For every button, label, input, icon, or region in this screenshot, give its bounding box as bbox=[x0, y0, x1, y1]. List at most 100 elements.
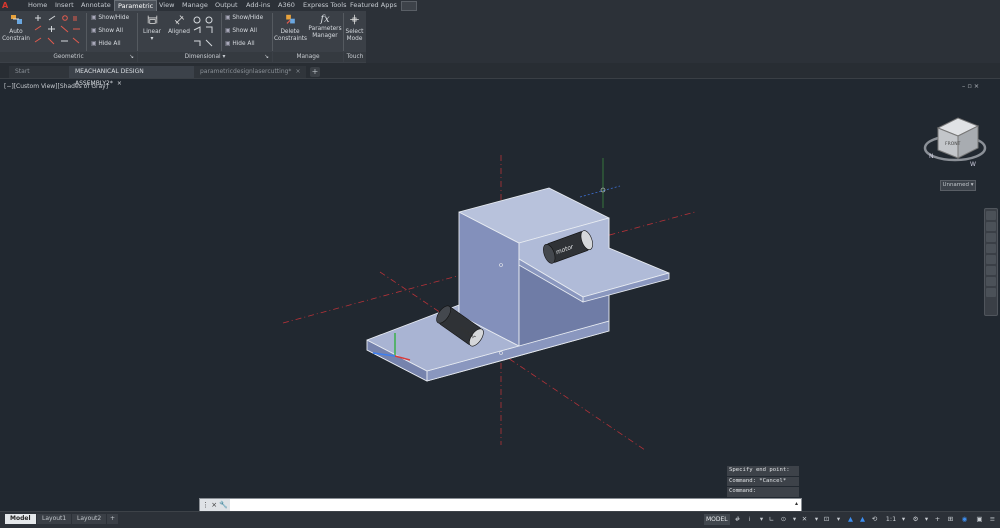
auto-scale-icon[interactable]: ⟲ bbox=[870, 515, 879, 524]
auto-constrain-label-1: Auto bbox=[9, 29, 23, 35]
annotation-scale-value[interactable]: 1:1 bbox=[884, 515, 898, 524]
tab-manage[interactable]: Manage bbox=[182, 1, 208, 9]
viewport-window-controls[interactable]: – ▫ × bbox=[962, 82, 979, 90]
dimensional-show-hide-button[interactable]: ▣ Show/Hide bbox=[225, 14, 263, 23]
dimension-type-icons[interactable] bbox=[192, 15, 220, 51]
dimensional-hide-all-button[interactable]: ▣ Hide All bbox=[225, 40, 255, 49]
tab-a360[interactable]: A360 bbox=[278, 1, 295, 9]
lineweight-icon[interactable]: ▾ bbox=[834, 515, 843, 524]
command-history: Specify end point: Command: *Cancel* Com… bbox=[727, 466, 799, 498]
geometric-show-hide-label: Show/Hide bbox=[98, 15, 130, 21]
layout-tab-layout2[interactable]: Layout2 bbox=[72, 514, 107, 524]
model-space-button[interactable]: MODEL bbox=[704, 514, 730, 525]
object-snap-icon[interactable]: ⊡ bbox=[822, 515, 831, 524]
workspace-gear-icon[interactable]: ⚙ bbox=[911, 515, 920, 524]
steering-wheel-icon[interactable] bbox=[986, 211, 996, 220]
geometric-constraint-icons[interactable] bbox=[32, 14, 82, 50]
close-icon[interactable]: × bbox=[295, 68, 300, 75]
delete-constraints-button[interactable]: Delete Constraints bbox=[274, 12, 307, 43]
orbit-icon[interactable] bbox=[986, 244, 996, 253]
delete-constraints-icon bbox=[285, 14, 295, 24]
doc-tab-label: parametricdesignlasercutting* bbox=[200, 68, 292, 75]
tab-add-ins[interactable]: Add-ins bbox=[246, 1, 270, 9]
autocad-logo[interactable]: A bbox=[2, 1, 8, 10]
tab-express-tools[interactable]: Express Tools bbox=[303, 1, 346, 9]
compass-n: N bbox=[929, 153, 934, 160]
nav-icon[interactable] bbox=[986, 277, 996, 286]
wrench-icon[interactable]: 🔧 bbox=[219, 501, 228, 509]
select-mode-button[interactable]: Select Mode bbox=[344, 12, 365, 43]
doc-tab-mechanical-design[interactable]: MEACHANICAL DESIGN ASSEMBLY2* × bbox=[69, 66, 194, 87]
clean-screen-icon[interactable]: ▣ bbox=[975, 515, 984, 524]
close-icon[interactable]: × bbox=[211, 501, 217, 509]
panel-expand-icon: ↘ bbox=[129, 54, 134, 60]
isodraft-icon[interactable]: ✕ bbox=[800, 515, 809, 524]
panel-label-dimensional[interactable]: Dimensional ▾ ↘ bbox=[138, 52, 272, 62]
ribbon-toggle-button[interactable] bbox=[401, 1, 417, 11]
snap-dropdown-icon[interactable]: ▾ bbox=[757, 515, 766, 524]
linear-label: Linear bbox=[142, 29, 162, 35]
add-layout-button[interactable]: + bbox=[107, 514, 119, 524]
ribbon-tab-bar: A Home Insert Annotate Parametric View M… bbox=[0, 0, 1000, 12]
tab-featured-apps[interactable]: Featured Apps bbox=[350, 1, 397, 9]
pan-icon[interactable] bbox=[986, 222, 996, 231]
tab-annotate[interactable]: Annotate bbox=[81, 1, 111, 9]
layout-tab-layout1[interactable]: Layout1 bbox=[37, 514, 72, 524]
navigation-bar[interactable] bbox=[984, 208, 998, 316]
dimensional-hide-all-label: Hide All bbox=[232, 41, 255, 47]
linear-dropdown-icon: ▾ bbox=[150, 36, 154, 42]
geometric-hide-all-button[interactable]: ▣ Hide All bbox=[91, 40, 121, 49]
dimensional-panel-title: Dimensional bbox=[184, 54, 221, 60]
tab-home[interactable]: Home bbox=[28, 1, 47, 9]
auto-constrain-label-2: Constrain bbox=[2, 36, 30, 42]
geometric-show-all-button[interactable]: ▣ Show All bbox=[91, 27, 123, 36]
ucs-dropdown[interactable]: Unnamed ▾ bbox=[940, 180, 976, 191]
doc-tab-parametric-design[interactable]: parametricdesignlasercutting* × bbox=[194, 66, 306, 78]
infer-constraints-icon[interactable]: ∟ bbox=[767, 515, 776, 524]
grid-icon[interactable]: # bbox=[733, 515, 742, 524]
polar-icon[interactable]: ⊙ bbox=[779, 515, 788, 524]
geometric-show-all-label: Show All bbox=[98, 28, 123, 34]
tab-insert[interactable]: Insert bbox=[55, 1, 74, 9]
tab-output[interactable]: Output bbox=[215, 1, 238, 9]
command-history-dropdown-icon[interactable]: ▴ bbox=[795, 500, 798, 507]
drawing-viewport[interactable]: motor motor FRONT N W bbox=[0, 79, 1000, 497]
panel-label-manage: Manage bbox=[273, 52, 343, 62]
view-cube[interactable]: FRONT N W bbox=[923, 117, 987, 168]
panel-label-geometric[interactable]: Geometric ↘ bbox=[0, 52, 137, 62]
viewport-controls-label[interactable]: [−][Custom View][Shades of Gray] bbox=[4, 83, 108, 90]
nav-icon[interactable] bbox=[986, 288, 996, 297]
customization-icon[interactable]: ≡ bbox=[988, 515, 997, 524]
linear-dimension-button[interactable]: Linear ▾ bbox=[141, 12, 163, 43]
hardware-acceleration-icon[interactable]: ◉ bbox=[960, 515, 969, 524]
grip-icon[interactable]: ⋮ bbox=[202, 501, 209, 509]
polar-dropdown-icon[interactable]: ▾ bbox=[790, 515, 799, 524]
geometric-show-hide-button[interactable]: ▣ Show/Hide bbox=[91, 14, 129, 23]
nav-icon[interactable] bbox=[986, 266, 996, 275]
layout-tab-model[interactable]: Model bbox=[5, 514, 36, 524]
showmotion-icon[interactable] bbox=[986, 255, 996, 264]
tab-view[interactable]: View bbox=[159, 1, 174, 9]
bracket-model[interactable] bbox=[366, 187, 670, 382]
isolate-objects-icon[interactable]: ⊞ bbox=[946, 515, 955, 524]
auto-constrain-button[interactable]: Auto Constrain bbox=[2, 12, 30, 43]
dimensional-show-all-button[interactable]: ▣ Show All bbox=[225, 27, 257, 36]
ucs-gizmo-top bbox=[579, 158, 621, 208]
aligned-dimension-button[interactable]: Aligned bbox=[166, 12, 192, 36]
compass-w: W bbox=[970, 161, 976, 168]
annotation-scale-icon[interactable]: ▲ bbox=[846, 515, 855, 524]
new-tab-button[interactable]: + bbox=[310, 67, 320, 77]
select-mode-icon bbox=[350, 14, 359, 25]
annotation-visibility-icon[interactable]: ▲ bbox=[858, 515, 867, 524]
workspace-dropdown-icon[interactable]: ▾ bbox=[922, 515, 931, 524]
doc-tab-start[interactable]: Start bbox=[9, 66, 71, 78]
snap-icon[interactable]: ⁞ bbox=[745, 515, 754, 524]
zoom-icon[interactable] bbox=[986, 233, 996, 242]
plus-icon[interactable]: + bbox=[933, 515, 942, 524]
touch-panel-title: Touch bbox=[346, 54, 364, 60]
parameters-manager-button[interactable]: fx Parameters Manager bbox=[308, 12, 342, 40]
select-label-1: Select bbox=[345, 29, 364, 35]
scale-dropdown-icon[interactable]: ▾ bbox=[899, 515, 908, 524]
aligned-dimension-icon bbox=[174, 15, 184, 25]
osnap-dropdown-icon[interactable]: ▾ bbox=[812, 515, 821, 524]
